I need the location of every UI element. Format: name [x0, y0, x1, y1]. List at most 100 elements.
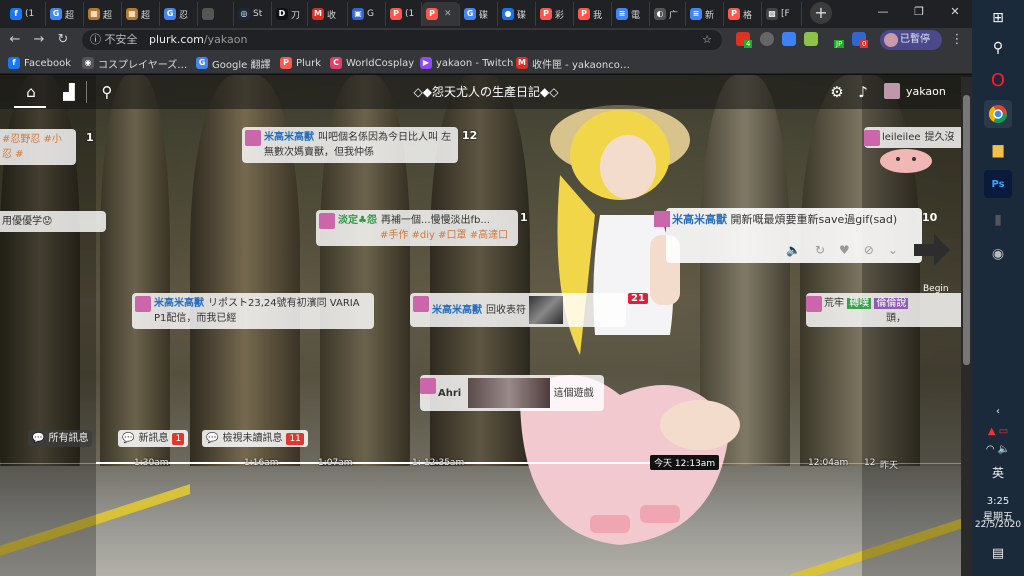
browser-tab[interactable]: M收: [308, 2, 348, 26]
browser-tab[interactable]: P (1: [386, 2, 422, 26]
bookmark-item[interactable]: G Google 翻譯: [196, 55, 270, 71]
extension-icon[interactable]: [782, 32, 796, 46]
menu-icon[interactable]: ⋮: [948, 31, 966, 49]
browser-tab[interactable]: ▦ 超: [122, 2, 160, 26]
folder-icon[interactable]: ▆: [984, 136, 1012, 164]
browser-tab[interactable]: ▦ 超: [84, 2, 122, 26]
browser-tab[interactable]: P格: [724, 2, 762, 26]
filter-new-messages[interactable]: 💬 新訊息 1: [118, 430, 189, 447]
filter-all-messages[interactable]: 💬 所有訊息: [28, 430, 93, 447]
bookmark-item[interactable]: ▶ yakaon - Twitch: [420, 55, 513, 71]
browser-tab[interactable]: G超: [46, 2, 84, 26]
tab-favicon-icon: [202, 8, 214, 20]
new-tab-button[interactable]: +: [810, 2, 832, 24]
clock-time[interactable]: 3:25: [972, 496, 1024, 507]
chrome-icon[interactable]: [984, 100, 1012, 128]
vertical-scrollbar[interactable]: [961, 77, 972, 576]
mute-icon[interactable]: 🔈: [786, 243, 801, 257]
bookmark-star-icon[interactable]: ☆: [702, 30, 712, 50]
filter-label: 新訊息: [138, 433, 169, 444]
plurk-item[interactable]: Ahri 這個遊戲: [420, 375, 604, 411]
plurk-item[interactable]: 米高米高獸 回收表符: [410, 293, 626, 327]
plurk-owner[interactable]: leileilee: [882, 132, 921, 143]
reload-button[interactable]: ↻: [54, 31, 72, 49]
close-window-button[interactable]: ✕: [938, 0, 972, 24]
browser-tab[interactable]: ≡ 電: [612, 2, 650, 26]
browser-tab[interactable]: f (1: [6, 2, 46, 26]
plurk-owner[interactable]: 荒牢: [824, 298, 844, 309]
home-icon[interactable]: ⌂: [20, 81, 42, 103]
search-icon[interactable]: ⚲: [984, 34, 1012, 62]
photoshop-icon[interactable]: Ps: [984, 170, 1012, 198]
plurk-item-partial[interactable]: #忍野忍 #小忍 #: [0, 129, 76, 165]
plurk-owner[interactable]: 米高米高獸: [154, 298, 204, 309]
plurk-item-expanded[interactable]: 米高米高獸 開新嘅最煩要重新save過gif(sad) 🔈 ↻ ♥ ⊘ ⌄ 10: [654, 208, 937, 263]
plurk-navbar: ⌂ ▟ ⚲ ◇◆怨天尤人の生產日記◆◇ ⚙ ♪ yakaon: [0, 75, 972, 109]
user-menu[interactable]: yakaon: [884, 83, 946, 99]
opera-icon[interactable]: O: [984, 66, 1012, 94]
shield-extension-icon[interactable]: [760, 32, 774, 46]
bookmark-item[interactable]: f Facebook: [8, 55, 71, 71]
browser-tab[interactable]: ◎ St: [234, 2, 272, 26]
back-button[interactable]: ←: [6, 31, 24, 49]
stats-icon[interactable]: ▟: [58, 81, 80, 103]
replurk-icon[interactable]: ↻: [815, 243, 825, 257]
browser-tab[interactable]: ≡ 新: [686, 2, 724, 26]
windows-start-icon[interactable]: ⊞: [984, 4, 1012, 32]
browser-tab[interactable]: G忍: [160, 2, 198, 26]
scrollbar-thumb[interactable]: [963, 95, 970, 365]
browser-tab[interactable]: ◐ 广: [650, 2, 686, 26]
game-thumbnail[interactable]: [468, 378, 551, 408]
minimize-button[interactable]: —: [866, 0, 900, 24]
app-icon[interactable]: ▮: [984, 206, 1012, 234]
browser-tab[interactable]: D刀: [272, 2, 308, 26]
plurk-item[interactable]: 淡定♣怨 再補一個...慢慢淡出fb... #手作 #diy #口罩 #高達口: [316, 210, 518, 246]
plurk-item[interactable]: 米高米高獸 リポスト23,24號有初濱同 VARIA P1配信，而我已經: [132, 293, 374, 329]
network-volume-icon[interactable]: ◠ 🔈: [972, 444, 1024, 455]
arrow-right-icon[interactable]: [912, 230, 952, 270]
plurk-tags: #忍野忍 #小忍 #: [2, 134, 62, 160]
browser-tab[interactable]: ▩ [F: [762, 2, 802, 26]
forward-button[interactable]: →: [30, 31, 48, 49]
plurk-item[interactable]: 米高米高獸 叫吧個名係因為今日比人叫 左無數次媽賣獸，但我仲係: [242, 127, 458, 163]
emoticon-thumbnail[interactable]: [529, 296, 564, 324]
search-icon[interactable]: ⚲: [96, 81, 118, 103]
info-icon[interactable]: ⓘ: [90, 33, 101, 46]
browser-tab[interactable]: [198, 2, 234, 26]
browser-tab[interactable]: G碟: [460, 2, 498, 26]
block-icon[interactable]: ⊘: [864, 243, 874, 257]
plurk-item-partial[interactable]: 荒牢 轉噗 倫倫說 頭，: [806, 293, 966, 327]
plurk-owner[interactable]: 米高米高獸: [264, 132, 314, 143]
chevron-down-icon[interactable]: ⌄: [888, 243, 898, 257]
plurk-avatar: [806, 296, 822, 312]
filter-unread-messages[interactable]: 💬 檢視未讀訊息 11: [202, 430, 308, 447]
bookmark-item[interactable]: C WorldCosplay: [330, 55, 414, 71]
media-player-icon[interactable]: ◉: [984, 240, 1012, 268]
plurk-owner[interactable]: 米高米高獸: [432, 305, 482, 316]
notification-icon[interactable]: ▤: [972, 546, 1024, 561]
bookmark-item[interactable]: P Plurk: [280, 55, 321, 71]
close-tab-icon[interactable]: ✕: [444, 9, 452, 19]
ime-indicator[interactable]: 英: [972, 464, 1024, 481]
plurk-item-partial[interactable]: 用優優学😟: [0, 211, 106, 232]
plurk-owner[interactable]: Ahri: [438, 388, 461, 399]
like-heart-icon[interactable]: ♥: [839, 243, 850, 257]
browser-tab[interactable]: ● 碟: [498, 2, 536, 26]
bell-icon[interactable]: ♪: [852, 81, 874, 103]
browser-tab[interactable]: ▣ G: [348, 2, 386, 26]
tray-app-icon[interactable]: ▲ ▭: [972, 426, 1024, 437]
browser-tab[interactable]: P ✕: [422, 2, 460, 26]
restore-button[interactable]: ❐: [902, 0, 936, 24]
plurk-owner[interactable]: 米高米高獸: [672, 213, 727, 226]
bookmark-item[interactable]: ◉ コスプレイヤーズ…: [82, 55, 187, 71]
bookmark-item[interactable]: M 收件匣 - yakaonco…: [516, 55, 630, 71]
settings-icon[interactable]: ⚙: [826, 81, 848, 103]
browser-tab[interactable]: P彩: [536, 2, 574, 26]
address-bar[interactable]: ⓘ 不安全 plurk.com/yakaon ☆: [82, 30, 722, 50]
tray-expand-icon[interactable]: ‹: [972, 406, 1024, 417]
translate-extension-icon[interactable]: [804, 32, 818, 46]
browser-tab[interactable]: P我: [574, 2, 612, 26]
plurk-owner[interactable]: 淡定♣怨: [338, 215, 377, 226]
begin-label[interactable]: Begin: [923, 284, 949, 294]
profile-button[interactable]: 已暫停: [880, 30, 942, 50]
